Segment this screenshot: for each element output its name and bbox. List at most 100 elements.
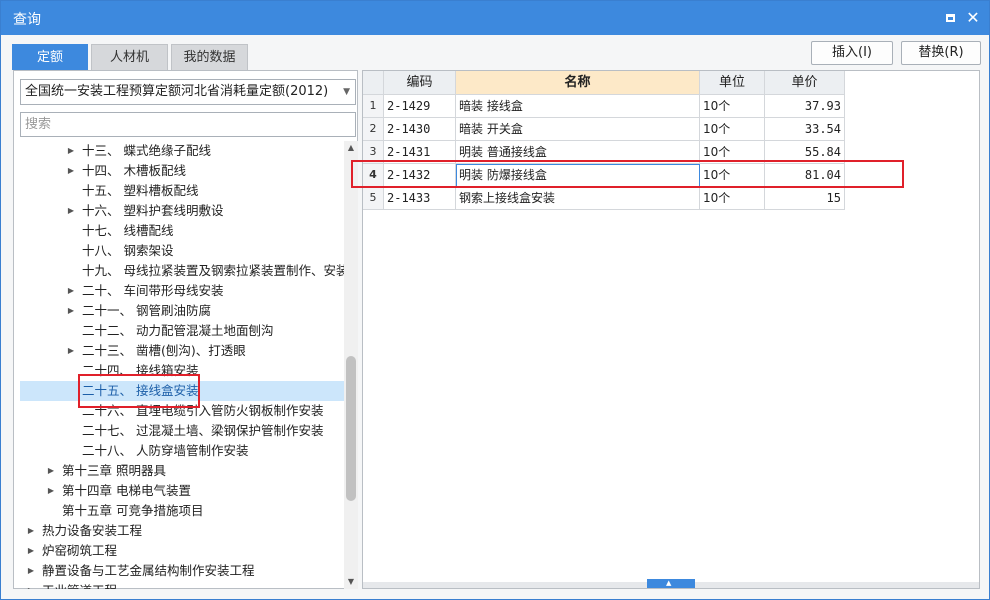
triangle-right-icon[interactable]: ▶ [66, 201, 76, 221]
cell-code[interactable]: 2-1431 [384, 141, 456, 164]
cell-name[interactable]: 暗装 接线盒 [456, 95, 700, 118]
tree-item[interactable]: ▶ 二十、 车间带形母线安装 [20, 281, 344, 301]
triangle-right-icon[interactable]: ▶ [66, 141, 76, 161]
triangle-right-icon[interactable]: ▶ [46, 461, 56, 481]
triangle-right-icon[interactable]: ▶ [66, 281, 76, 301]
tree-item-label: 二十、 车间带形母线安装 [82, 283, 224, 298]
horizontal-scrollbar[interactable]: ▲ [363, 579, 979, 588]
chevron-up-icon: ▲ [666, 579, 672, 587]
tree-item[interactable]: ▶ 二十一、 钢管刷油防腐 [20, 301, 344, 321]
cell-unit[interactable]: 10个 [700, 95, 765, 118]
cell-code[interactable]: 2-1433 [384, 187, 456, 210]
insert-button[interactable]: 插入(I) [811, 41, 893, 65]
triangle-right-icon[interactable]: ▶ [26, 561, 36, 581]
right-panel: 编码 名称 单位 单价 1 2-1429 暗装 接线盒 10个 37.93 2 2-1430 暗装 开… [362, 70, 980, 589]
triangle-right-icon[interactable]: ▶ [26, 521, 36, 541]
tab-quota[interactable]: 定额 [12, 44, 88, 70]
chevron-down-icon[interactable]: ▼ [344, 575, 358, 589]
tree-item-label: 第十四章 电梯电气装置 [62, 483, 191, 498]
tree-item[interactable]: 十五、 塑料槽板配线 [20, 181, 344, 201]
quota-library-value: 全国统一安装工程预算定额河北省消耗量定额(2012) [25, 84, 329, 99]
triangle-right-icon[interactable]: ▶ [46, 481, 56, 501]
chevron-up-icon[interactable]: ▲ [344, 141, 358, 155]
tree-scrollbar[interactable]: ▲ ▼ [344, 141, 358, 589]
triangle-right-icon[interactable]: ▶ [26, 541, 36, 561]
cell-code[interactable]: 2-1430 [384, 118, 456, 141]
triangle-right-icon[interactable]: ▶ [66, 301, 76, 321]
query-window: 查询 ✕ 定额 人材机 我的数据 插入(I) 替换(R) 全国统一安装工程预算定… [0, 0, 990, 600]
replace-button[interactable]: 替换(R) [901, 41, 981, 65]
triangle-right-icon[interactable]: ▶ [66, 161, 76, 181]
tree-item[interactable]: ▶ 二十三、 凿槽(刨沟)、打透眼 [20, 341, 344, 361]
tree-item-label: 二十三、 凿槽(刨沟)、打透眼 [82, 343, 246, 358]
table-corner [363, 71, 384, 95]
tree-item-label: 十九、 母线拉紧装置及钢索拉紧装置制作、安装 [82, 263, 344, 278]
column-header[interactable]: 单位 [700, 71, 765, 95]
tree-item[interactable]: ▶ 炉窑砌筑工程 [20, 541, 344, 561]
triangle-right-icon[interactable]: ▶ [66, 341, 76, 361]
tree-item[interactable]: 十七、 线槽配线 [20, 221, 344, 241]
cell-name[interactable]: 明装 普通接线盒 [456, 141, 700, 164]
cell-price[interactable]: 55.84 [765, 141, 845, 164]
close-button[interactable]: ✕ [963, 8, 983, 28]
cell-unit[interactable]: 10个 [700, 141, 765, 164]
cell-code[interactable]: 2-1432 [384, 164, 456, 187]
cell-code[interactable]: 2-1429 [384, 95, 456, 118]
quota-library-select[interactable]: 全国统一安装工程预算定额河北省消耗量定额(2012) ▼ [20, 79, 356, 105]
row-number[interactable]: 2 [363, 118, 384, 141]
tab-my-data[interactable]: 我的数据 [171, 44, 248, 70]
tree-item[interactable]: 二十五、 接线盒安装 [20, 381, 344, 401]
tree-item[interactable]: 二十六、 直埋电缆引入管防火钢板制作安装 [20, 401, 344, 421]
tree-item[interactable]: ▶ 十六、 塑料护套线明敷设 [20, 201, 344, 221]
tree-item[interactable]: ▶ 第十三章 照明器具 [20, 461, 344, 481]
cell-unit[interactable]: 10个 [700, 187, 765, 210]
cell-price[interactable]: 81.04 [765, 164, 845, 187]
row-number[interactable]: 4 [363, 164, 384, 187]
tree-item-label: 热力设备安装工程 [42, 523, 143, 538]
tree-item[interactable]: ▶ 静置设备与工艺金属结构制作安装工程 [20, 561, 344, 581]
tree-item[interactable]: ▶ 十三、 蝶式绝缘子配线 [20, 141, 344, 161]
tree-item-label: 二十六、 直埋电缆引入管防火钢板制作安装 [82, 403, 324, 418]
tree-item[interactable]: 二十四、 接线箱安装 [20, 361, 344, 381]
maximize-icon [945, 14, 955, 22]
tree-item[interactable]: ▶ 热力设备安装工程 [20, 521, 344, 541]
cell-price[interactable]: 15 [765, 187, 845, 210]
tab-labor-material[interactable]: 人材机 [91, 44, 168, 70]
cell-price[interactable]: 33.54 [765, 118, 845, 141]
cell-unit[interactable]: 10个 [700, 164, 765, 187]
splitter-grip[interactable]: ▲ [647, 579, 695, 588]
cell-price[interactable]: 37.93 [765, 95, 845, 118]
column-header[interactable]: 编码 [384, 71, 456, 95]
tree-item[interactable]: ▶ 第十四章 电梯电气装置 [20, 481, 344, 501]
cell-name[interactable]: 明装 防爆接线盒 [456, 164, 700, 187]
tree-item[interactable]: ▶ 工业管道工程 [20, 581, 344, 589]
tree-item-label: 第十三章 照明器具 [62, 463, 166, 478]
scrollbar-thumb[interactable] [346, 356, 356, 501]
row-number[interactable]: 1 [363, 95, 384, 118]
triangle-right-icon[interactable]: ▶ [26, 581, 36, 589]
tree-item[interactable]: 十八、 钢索架设 [20, 241, 344, 261]
tree-item[interactable]: 二十七、 过混凝土墙、梁钢保护管制作安装 [20, 421, 344, 441]
cell-unit[interactable]: 10个 [700, 118, 765, 141]
column-header[interactable]: 名称 [456, 71, 700, 95]
tree-item-label: 二十四、 接线箱安装 [82, 363, 199, 378]
tree-item-label: 二十五、 接线盒安装 [82, 383, 199, 398]
tree-item[interactable]: 第十五章 可竞争措施项目 [20, 501, 344, 521]
tree-item[interactable]: 十九、 母线拉紧装置及钢索拉紧装置制作、安装 [20, 261, 344, 281]
tree-item[interactable]: ▶ 十四、 木槽板配线 [20, 161, 344, 181]
cell-name[interactable]: 暗装 开关盒 [456, 118, 700, 141]
column-header[interactable]: 单价 [765, 71, 845, 95]
tree-item-label: 二十八、 人防穿墙管制作安装 [82, 443, 249, 458]
row-number[interactable]: 5 [363, 187, 384, 210]
tree-item-label: 第十五章 可竞争措施项目 [62, 503, 204, 518]
tree-item[interactable]: 二十二、 动力配管混凝土地面刨沟 [20, 321, 344, 341]
row-number[interactable]: 3 [363, 141, 384, 164]
chapter-tree: ▶ 十三、 蝶式绝缘子配线 ▶ 十四、 木槽板配线 十五、 塑料槽板配线 ▶ 十六、 塑料护… [14, 141, 344, 589]
tree-item-label: 十三、 蝶式绝缘子配线 [82, 143, 211, 158]
tree-item[interactable]: 二十八、 人防穿墙管制作安装 [20, 441, 344, 461]
cell-name[interactable]: 钢索上接线盒安装 [456, 187, 700, 210]
tree-item-label: 炉窑砌筑工程 [42, 543, 118, 558]
title-bar: 查询 ✕ [1, 1, 989, 35]
search-input[interactable]: 搜索 [20, 112, 356, 137]
maximize-button[interactable] [940, 8, 960, 28]
